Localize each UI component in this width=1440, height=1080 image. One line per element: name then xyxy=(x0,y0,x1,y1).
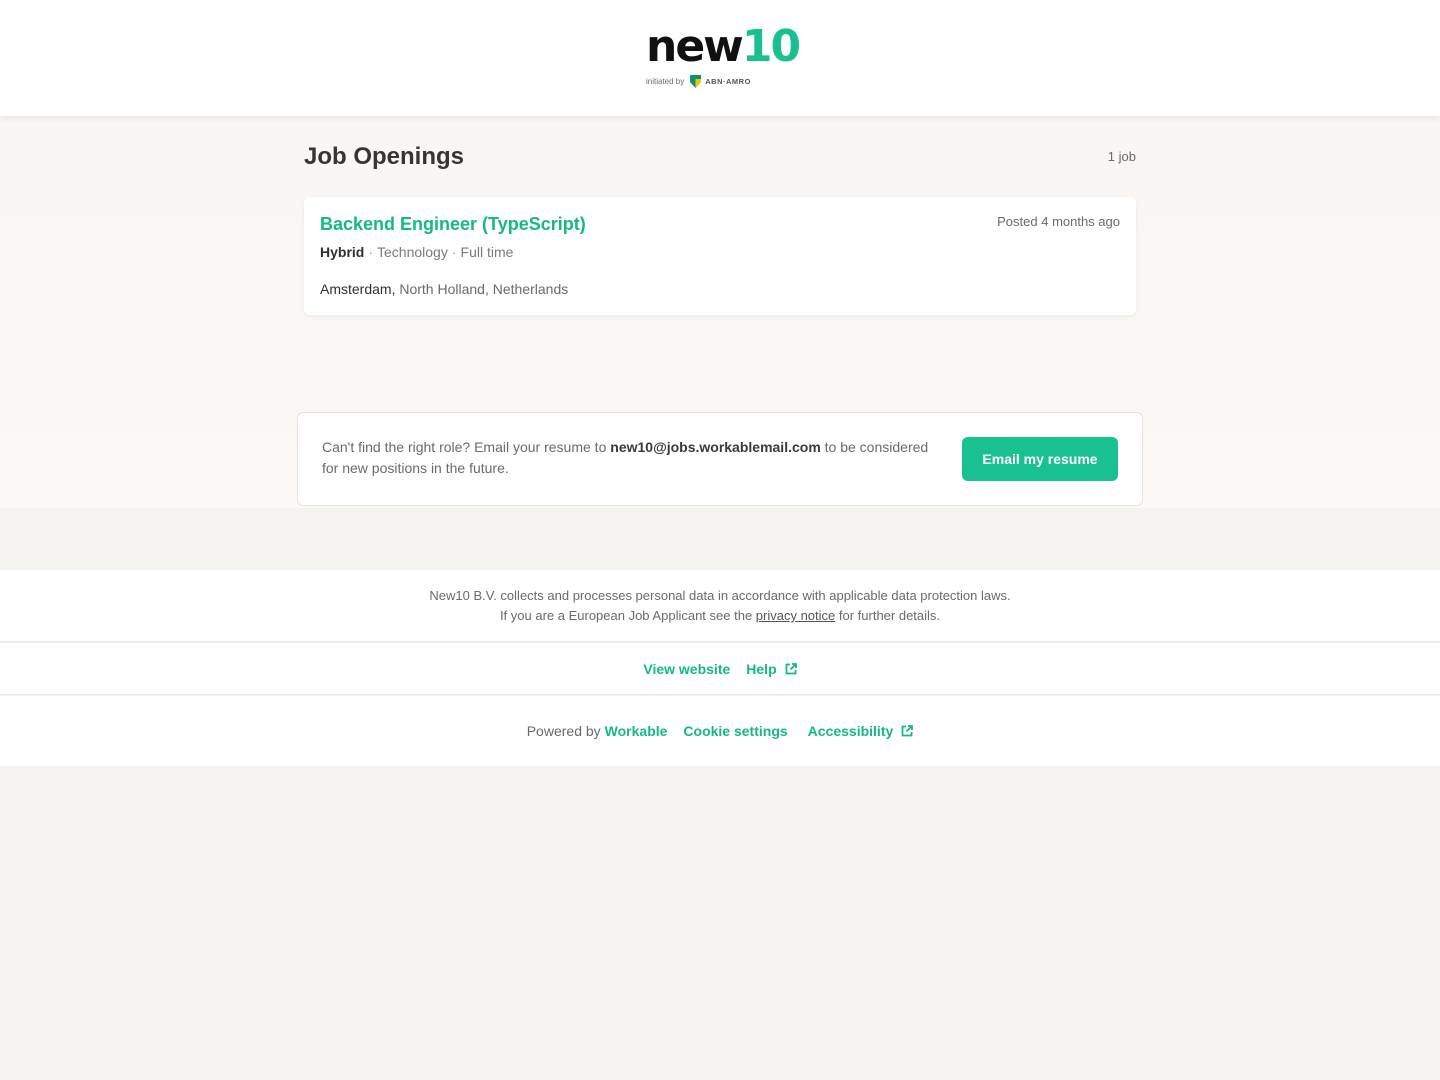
privacy-text-after: for further details. xyxy=(835,608,941,623)
meta-separator: · xyxy=(451,244,457,260)
job-meta: Hybrid · Technology · Full time xyxy=(320,242,513,262)
page-header: new10 initiated by ABN·AMRO xyxy=(0,0,1440,116)
external-link-icon xyxy=(901,725,914,737)
resume-callout: Can't find the right role? Email your re… xyxy=(297,412,1143,506)
page-title: Job Openings xyxy=(304,143,465,170)
external-link-icon xyxy=(785,662,797,674)
privacy-statement: New10 B.V. collects and processes person… xyxy=(0,570,1440,642)
new10-logo[interactable]: new10 initiated by ABN·AMRO xyxy=(646,21,801,92)
company-links: View website Help xyxy=(0,643,1440,695)
page-footer: Powered by Workable Cookie settings Acce… xyxy=(0,696,1440,766)
logo-wordmark: new10 xyxy=(646,21,801,72)
job-count: 1 job xyxy=(1107,149,1136,164)
view-website-link[interactable]: View website xyxy=(643,661,730,677)
accessibility-link[interactable]: Accessibility xyxy=(808,723,914,739)
email-resume-button[interactable]: Email my resume xyxy=(962,437,1118,481)
resume-text: Can't find the right role? Email your re… xyxy=(322,437,942,479)
job-location: Amsterdam, North Holland, Netherlands xyxy=(320,279,568,299)
powered-by-label: Powered by xyxy=(526,723,601,739)
privacy-line-2: If you are a European Job Applicant see … xyxy=(0,606,1440,626)
logo-bank-name: ABN·AMRO xyxy=(705,76,751,86)
workable-link[interactable]: Workable xyxy=(605,723,668,739)
job-department: Technology xyxy=(377,244,448,260)
job-posted-date: Posted 4 months ago xyxy=(997,214,1120,229)
job-type: Full time xyxy=(460,244,514,260)
job-workplace: Hybrid xyxy=(320,244,365,260)
cookie-settings-link[interactable]: Cookie settings xyxy=(683,723,787,739)
privacy-line-1: New10 B.V. collects and processes person… xyxy=(429,588,1011,603)
job-title-link[interactable]: Backend Engineer (TypeScript) xyxy=(320,212,586,236)
help-label: Help xyxy=(746,660,777,677)
abn-amro-shield-icon xyxy=(690,74,702,88)
logo-initiated-text: initiated by xyxy=(646,76,685,86)
help-link[interactable]: Help xyxy=(746,660,797,677)
logo-tagline: initiated by ABN·AMRO xyxy=(646,74,751,88)
privacy-text-before: If you are a European Job Applicant see … xyxy=(499,608,756,623)
job-card[interactable]: Backend Engineer (TypeScript) Posted 4 m… xyxy=(304,197,1136,315)
job-city: Amsterdam, xyxy=(320,281,396,297)
resume-text-before: Can't find the right role? Email your re… xyxy=(322,439,611,455)
resume-email: new10@jobs.workablemail.com xyxy=(610,439,821,455)
privacy-notice-link[interactable]: privacy notice xyxy=(756,608,835,623)
meta-separator: · xyxy=(368,244,374,260)
accessibility-label: Accessibility xyxy=(807,723,894,739)
job-region: North Holland, Netherlands xyxy=(399,281,569,297)
